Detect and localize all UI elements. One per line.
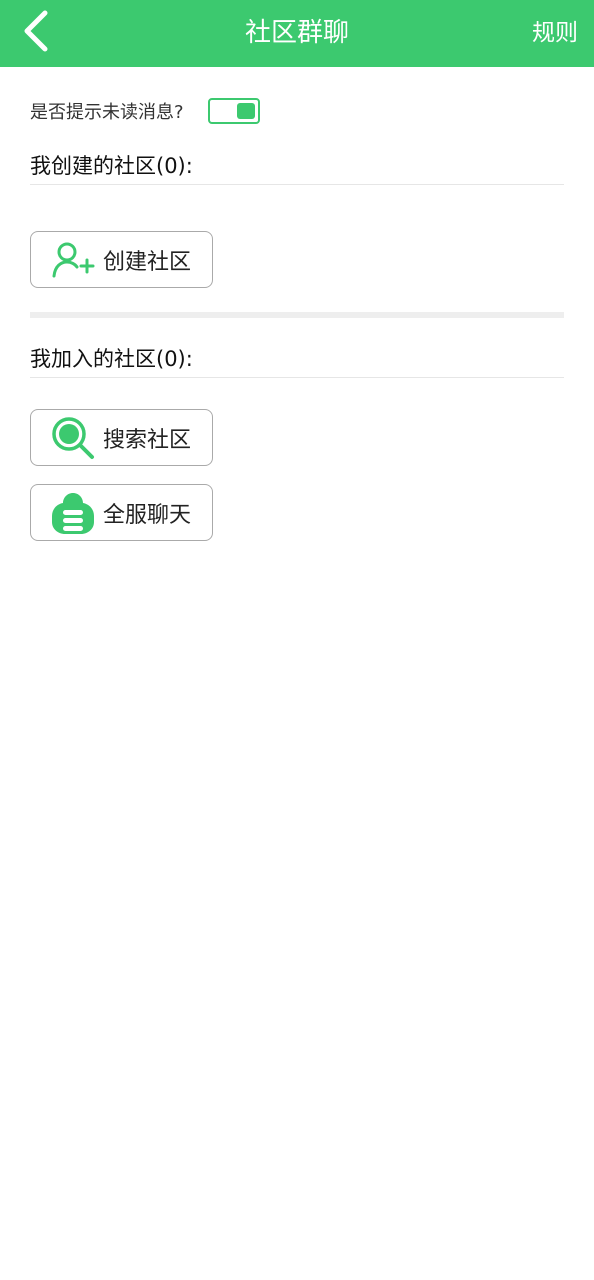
section-separator xyxy=(30,312,564,318)
search-community-label: 搜索社区 xyxy=(103,427,192,453)
top-bar: 社区群聊 规则 xyxy=(0,0,594,67)
created-section-divider xyxy=(30,184,564,185)
rules-button[interactable]: 规则 xyxy=(532,0,578,67)
search-community-button[interactable]: 搜索社区 xyxy=(30,409,213,466)
chevron-left-icon xyxy=(21,9,51,57)
cloud-chat-icon xyxy=(49,489,97,537)
global-chat-button[interactable]: 全服聊天 xyxy=(30,484,213,541)
global-chat-label: 全服聊天 xyxy=(103,502,192,528)
joined-section-divider xyxy=(30,377,564,378)
toggle-knob xyxy=(236,103,255,119)
unread-prompt-row: 是否提示未读消息? xyxy=(30,96,260,126)
joined-communities-title: 我加入的社区(0): xyxy=(30,347,193,371)
add-user-icon xyxy=(49,236,97,284)
page-title: 社区群聊 xyxy=(244,18,349,48)
search-icon xyxy=(49,414,97,462)
created-communities-title: 我创建的社区(0): xyxy=(30,154,193,178)
unread-prompt-toggle[interactable] xyxy=(207,98,260,124)
back-button[interactable] xyxy=(14,10,58,56)
create-community-label: 创建社区 xyxy=(103,249,192,275)
unread-prompt-label: 是否提示未读消息? xyxy=(30,102,184,123)
create-community-button[interactable]: 创建社区 xyxy=(30,231,213,288)
